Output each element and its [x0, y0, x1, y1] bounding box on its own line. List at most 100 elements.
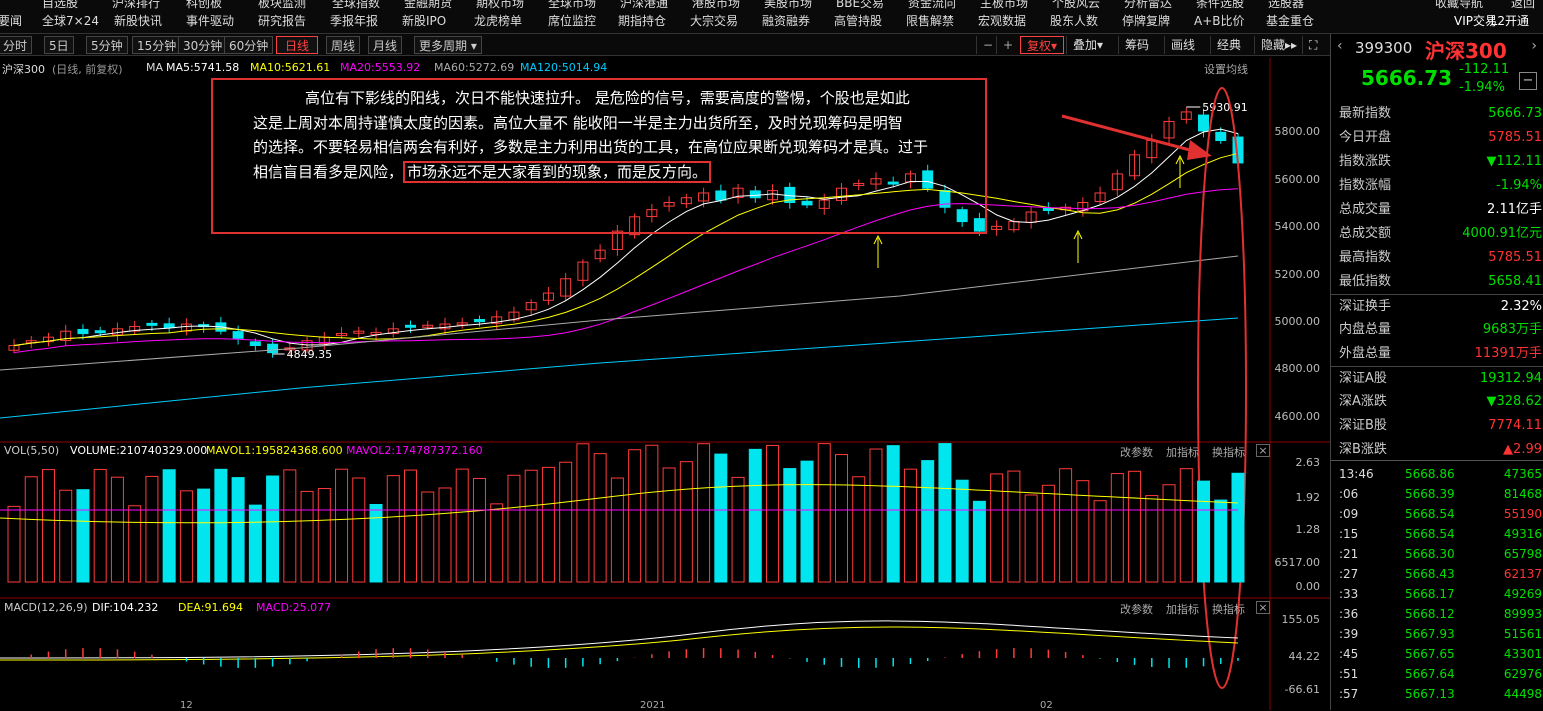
- vol-axis-label: 0.00: [1295, 580, 1321, 593]
- nav-item[interactable]: 大宗交易: [690, 12, 738, 29]
- nav-item[interactable]: 股东人数: [1050, 12, 1098, 29]
- tab-period[interactable]: 60分钟: [224, 36, 274, 54]
- draw-button[interactable]: 画线: [1164, 36, 1201, 54]
- tab-period[interactable]: 日线: [276, 36, 318, 54]
- macd-name: MACD(12,26,9): [4, 601, 88, 614]
- nav-item[interactable]: BBE交易: [836, 0, 884, 11]
- nav-item[interactable]: 全球7×24: [42, 12, 99, 29]
- tab-period[interactable]: 周线: [326, 36, 361, 54]
- quote-row: 内盘总量 9683万手: [1331, 318, 1543, 342]
- macd-switch-indicator-button[interactable]: 换指标: [1212, 601, 1245, 617]
- quote-label: 指数涨幅: [1339, 178, 1392, 193]
- quote-value: 2.32%: [1500, 299, 1542, 314]
- nav-item[interactable]: 全球指数: [332, 0, 380, 11]
- tick-price: 5667.64: [1405, 667, 1455, 681]
- prev-icon[interactable]: ‹: [1337, 38, 1343, 54]
- tab-period[interactable]: 15分钟: [132, 36, 182, 54]
- fullscreen-icon[interactable]: ⛶: [1302, 36, 1323, 54]
- tick-time: :15: [1339, 527, 1359, 541]
- close-icon[interactable]: ×: [1256, 601, 1270, 614]
- nav-item[interactable]: 停牌复牌: [1122, 12, 1170, 29]
- classic-button[interactable]: 经典: [1210, 36, 1247, 54]
- nav-item[interactable]: 选股器: [1268, 0, 1304, 11]
- tab-period[interactable]: 分时: [0, 36, 33, 54]
- vol-switch-indicator-button[interactable]: 换指标: [1212, 444, 1245, 460]
- l2-open-link[interactable]: L2开通: [1491, 12, 1529, 29]
- ma-settings-button[interactable]: 设置均线: [1204, 61, 1248, 77]
- volume-bar: [162, 469, 176, 583]
- nav-item[interactable]: 条件选股: [1196, 0, 1244, 11]
- nav-item[interactable]: 事件驱动: [186, 12, 234, 29]
- nav-item[interactable]: A+B比价: [1194, 12, 1245, 29]
- candle-body: [94, 330, 106, 334]
- nav-item[interactable]: 新股快讯: [114, 12, 162, 29]
- nav-item[interactable]: 限售解禁: [906, 12, 954, 29]
- nav-item[interactable]: 新股IPO: [402, 12, 446, 29]
- nav-item[interactable]: 分析雷达: [1124, 0, 1172, 11]
- tab-period[interactable]: 5分钟: [86, 36, 128, 54]
- candle-body: [232, 331, 244, 339]
- nav-item[interactable]: 融资融券: [762, 12, 810, 29]
- macd-add-indicator-button[interactable]: 加指标: [1166, 601, 1199, 617]
- tab-period[interactable]: 更多周期 ▾: [414, 36, 482, 54]
- hide-button[interactable]: 隐藏▸▸: [1254, 36, 1303, 54]
- macd-param-button[interactable]: 改参数: [1120, 601, 1153, 617]
- nav-item[interactable]: 高管持股: [834, 12, 882, 29]
- chip-button[interactable]: 筹码: [1118, 36, 1155, 54]
- collapse-icon[interactable]: −: [1519, 72, 1537, 90]
- back-link[interactable]: 返回: [1511, 0, 1535, 11]
- fuquan-button[interactable]: 复权▾: [1020, 36, 1065, 54]
- volume-bar: [1197, 480, 1211, 583]
- volume-bar: [1231, 472, 1245, 583]
- next-icon[interactable]: ›: [1531, 38, 1537, 54]
- vol-add-indicator-button[interactable]: 加指标: [1166, 444, 1199, 460]
- nav-item[interactable]: 资金流向: [908, 0, 956, 11]
- tick-time: :09: [1339, 507, 1359, 521]
- quote-label: 总成交额: [1339, 226, 1392, 241]
- nav-item[interactable]: 全球市场: [548, 0, 596, 11]
- nav-item[interactable]: 期指持仓: [618, 12, 666, 29]
- tab-period-label: 周线: [331, 39, 356, 53]
- ma-legend: 沪深300 (日线, 前复权) MA MA5:5741.58 MA10:5621…: [0, 58, 1270, 78]
- nav-item[interactable]: 科创板: [186, 0, 222, 11]
- tick-volume: 47365: [1503, 467, 1542, 481]
- tab-period[interactable]: 5日: [44, 36, 74, 54]
- tick-row: :21 5668.30 65798: [1331, 544, 1543, 564]
- nav-item[interactable]: 金融期货: [404, 0, 452, 11]
- quote-row: 最低指数 5658.41: [1331, 270, 1543, 294]
- index-code: 399300: [1355, 39, 1413, 57]
- nav-item[interactable]: 研究报告: [258, 12, 306, 29]
- nav-item[interactable]: 期权市场: [476, 0, 524, 11]
- nav-item[interactable]: 龙虎榜单: [474, 12, 522, 29]
- nav-item[interactable]: 板块监测: [258, 0, 306, 11]
- ma120-line: [0, 317, 1239, 419]
- quote-value: 4000.91亿元: [1462, 226, 1542, 241]
- nav-item[interactable]: 沪深排行: [112, 0, 160, 11]
- nav-item[interactable]: 自选股: [42, 0, 78, 11]
- overlay-button[interactable]: 叠加▾: [1066, 36, 1109, 54]
- tab-period[interactable]: 30分钟: [178, 36, 228, 54]
- volume-bar: [645, 444, 659, 583]
- nav-item[interactable]: 季报年报: [330, 12, 378, 29]
- vol-param-button[interactable]: 改参数: [1120, 444, 1153, 460]
- nav-item[interactable]: 沪深港通: [620, 0, 668, 11]
- nav-item[interactable]: 美股市场: [764, 0, 812, 11]
- nav-item[interactable]: 港股市场: [692, 0, 740, 11]
- candle-body: [249, 341, 261, 347]
- nav-item[interactable]: 席位监控: [548, 12, 596, 29]
- price-axis-label: 5800.00: [1274, 125, 1321, 138]
- close-icon[interactable]: ×: [1256, 444, 1270, 457]
- plus-icon[interactable]: +: [996, 36, 1019, 54]
- red-arrow: [1061, 114, 1206, 156]
- nav-item[interactable]: 宏观数据: [978, 12, 1026, 29]
- mavol2-value: MAVOL2:174787372.160: [346, 444, 483, 457]
- tab-period-label: 月线: [373, 39, 398, 53]
- favorites-nav-link[interactable]: 收藏导航: [1435, 0, 1483, 11]
- nav-item[interactable]: 基金重仓: [1266, 12, 1314, 29]
- tab-period[interactable]: 月线: [368, 36, 403, 54]
- nav-item[interactable]: 个股风云: [1052, 0, 1100, 11]
- volume-bar: [886, 445, 900, 583]
- nav-item[interactable]: 要闻: [0, 12, 22, 29]
- vol-axis-label: 1.92: [1295, 491, 1321, 504]
- nav-item[interactable]: 主板市场: [980, 0, 1028, 11]
